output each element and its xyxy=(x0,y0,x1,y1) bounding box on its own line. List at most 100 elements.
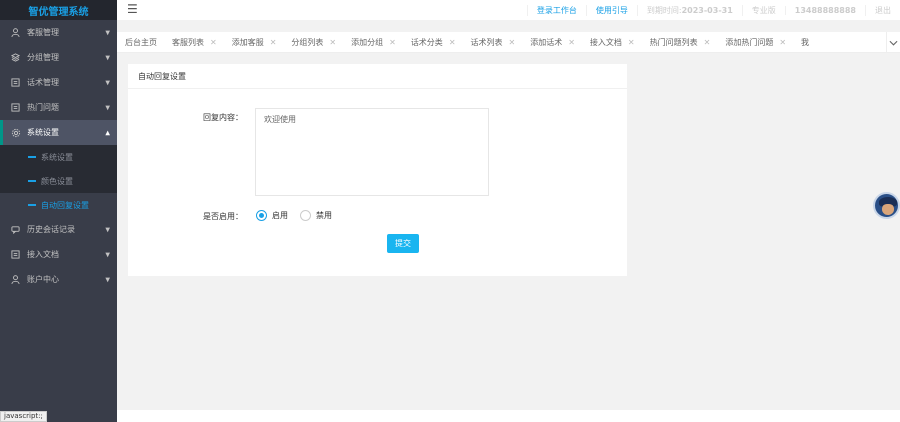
user-icon xyxy=(10,274,21,285)
reply-content-label: 回复内容： xyxy=(203,113,243,122)
user-icon xyxy=(10,27,21,38)
caret-down-icon: ▼ xyxy=(105,29,110,36)
floating-avatar[interactable] xyxy=(873,192,900,219)
tab-hot-question-list[interactable]: 热门问题列表 ✕ xyxy=(641,37,717,48)
sidebar-item-label: 系统设置 xyxy=(27,128,59,137)
sidebar-item-label: 客服管理 xyxy=(27,28,59,37)
dash-icon xyxy=(28,204,36,206)
sidebar-item-group[interactable]: 分组管理 ▼ xyxy=(0,45,117,70)
expire-date-value: 2023-03-31 xyxy=(681,5,733,15)
tab-label: 后台主页 xyxy=(125,37,157,47)
close-icon[interactable]: ✕ xyxy=(329,38,336,47)
tab-label: 添加话术 xyxy=(530,37,563,47)
close-icon[interactable]: ✕ xyxy=(449,38,456,47)
tab-customer-list[interactable]: 客服列表 ✕ xyxy=(163,37,223,48)
caret-down-icon: ▼ xyxy=(105,276,110,283)
footer-strip xyxy=(117,410,900,422)
tab-label: 话术分类 xyxy=(410,37,443,47)
tab-group-list[interactable]: 分组列表 ✕ xyxy=(282,37,342,48)
sidebar-item-system-settings[interactable]: 系统设置 ▲ xyxy=(0,120,117,145)
top-header: ☰ 登录工作台 使用引导 到期时间:2023-03-31 专业版 1348888… xyxy=(117,0,900,20)
radio-checked-icon xyxy=(256,210,267,221)
caret-down-icon: ▼ xyxy=(105,54,110,61)
chevron-down-icon[interactable] xyxy=(886,32,900,52)
browser-status-bar: javascript:; xyxy=(0,411,47,422)
enable-label: 是否启用： xyxy=(203,212,243,221)
caret-down-icon: ▼ xyxy=(105,226,110,233)
dash-icon xyxy=(28,180,36,182)
tab-add-customer[interactable]: 添加客服 ✕ xyxy=(223,37,283,48)
dash-icon xyxy=(28,156,36,158)
tab-add-script[interactable]: 添加话术 ✕ xyxy=(521,37,581,48)
usage-guide-link[interactable]: 使用引导 xyxy=(585,4,637,16)
expire-date-text: 到期时间:2023-03-31 xyxy=(636,4,742,16)
tab-home[interactable]: 后台主页 xyxy=(117,37,163,48)
close-icon[interactable]: ✕ xyxy=(509,38,516,47)
chat-icon xyxy=(10,224,21,235)
submenu-item-label: 颜色设置 xyxy=(41,176,73,186)
edition-badge: 专业版 xyxy=(741,4,785,16)
tab-script-list[interactable]: 话术列表 ✕ xyxy=(462,37,522,48)
radio-enable[interactable]: 启用 xyxy=(256,210,288,221)
tab-label: 接入文档 xyxy=(589,37,622,47)
radio-disable[interactable]: 禁用 xyxy=(300,210,332,221)
tab-label: 分组列表 xyxy=(291,37,324,47)
close-icon[interactable]: ✕ xyxy=(389,38,396,47)
sidebar-item-customer-service[interactable]: 客服管理 ▼ xyxy=(0,20,117,45)
close-icon[interactable]: ✕ xyxy=(210,38,217,47)
submenu-item-label: 系统设置 xyxy=(41,152,73,162)
sidebar-item-account-center[interactable]: 账户中心 ▼ xyxy=(0,267,117,292)
caret-up-icon: ▲ xyxy=(105,129,110,136)
sidebar-item-label: 账户中心 xyxy=(27,275,59,284)
close-icon[interactable]: ✕ xyxy=(628,38,635,47)
tab-script-category[interactable]: 话术分类 ✕ xyxy=(402,37,462,48)
sidebar: 智优管理系统 客服管理 ▼ 分组管理 ▼ 话术管理 ▼ 热门问题 ▼ 系统设置 … xyxy=(0,0,117,422)
sidebar-item-label: 热门问题 xyxy=(27,103,59,112)
tab-label: 热门问题列表 xyxy=(649,37,698,47)
caret-down-icon: ▼ xyxy=(105,79,110,86)
reply-content-textarea[interactable]: 欢迎使用 xyxy=(255,108,489,196)
layers-icon xyxy=(10,52,21,63)
logout-link[interactable]: 退出 xyxy=(865,4,900,16)
hamburger-icon[interactable]: ☰ xyxy=(127,2,138,16)
tab-overflow[interactable]: 我 xyxy=(792,37,815,48)
tab-integration-docs[interactable]: 接入文档 ✕ xyxy=(581,37,641,48)
sidebar-item-chat-history[interactable]: 历史会话记录 ▼ xyxy=(0,217,117,242)
caret-down-icon: ▼ xyxy=(105,251,110,258)
expire-label: 到期时间: xyxy=(646,5,682,15)
radio-unchecked-icon xyxy=(300,210,311,221)
submenu-item-color-settings[interactable]: 颜色设置 xyxy=(0,169,117,193)
sidebar-item-label: 分组管理 xyxy=(27,53,59,62)
card-title: 自动回复设置 xyxy=(128,64,627,89)
sidebar-item-hot-questions[interactable]: 热门问题 ▼ xyxy=(0,95,117,120)
radio-label: 启用 xyxy=(272,211,288,220)
sidebar-item-label: 历史会话记录 xyxy=(27,225,75,234)
submit-button[interactable]: 提交 xyxy=(387,234,419,253)
submenu-item-auto-reply-settings[interactable]: 自动回复设置 xyxy=(0,193,117,217)
avatar-face-shape xyxy=(882,204,894,215)
close-icon[interactable]: ✕ xyxy=(270,38,277,47)
tab-label: 客服列表 xyxy=(172,37,204,47)
login-workbench-link[interactable]: 登录工作台 xyxy=(526,4,586,16)
brand-logo[interactable]: 智优管理系统 xyxy=(0,0,117,20)
sidebar-item-label: 接入文档 xyxy=(27,250,59,259)
enable-radio-group: 启用 禁用 xyxy=(256,210,344,221)
tab-label: 添加客服 xyxy=(231,37,264,47)
submenu-item-system-settings[interactable]: 系统设置 xyxy=(0,145,117,169)
tab-label: 添加分组 xyxy=(351,37,384,47)
sidebar-item-integration-docs[interactable]: 接入文档 ▼ xyxy=(0,242,117,267)
close-icon[interactable]: ✕ xyxy=(704,38,711,47)
sidebar-item-label: 话术管理 xyxy=(27,78,59,87)
document-icon xyxy=(10,102,21,113)
close-icon[interactable]: ✕ xyxy=(779,38,786,47)
tab-add-hot-question[interactable]: 添加热门问题 ✕ xyxy=(716,37,792,48)
sidebar-item-scripts[interactable]: 话术管理 ▼ xyxy=(0,70,117,95)
account-phone[interactable]: 13488888888 xyxy=(784,5,865,15)
tab-add-group[interactable]: 添加分组 ✕ xyxy=(342,37,402,48)
tab-bar: 后台主页 客服列表 ✕ 添加客服 ✕ 分组列表 ✕ 添加分组 ✕ 话术分类 ✕ 话术列表 ✕… xyxy=(117,32,900,53)
close-icon[interactable]: ✕ xyxy=(568,38,575,47)
gear-icon xyxy=(10,127,21,138)
document-icon xyxy=(10,77,21,88)
caret-down-icon: ▼ xyxy=(105,104,110,111)
submenu-item-label: 自动回复设置 xyxy=(41,200,89,210)
